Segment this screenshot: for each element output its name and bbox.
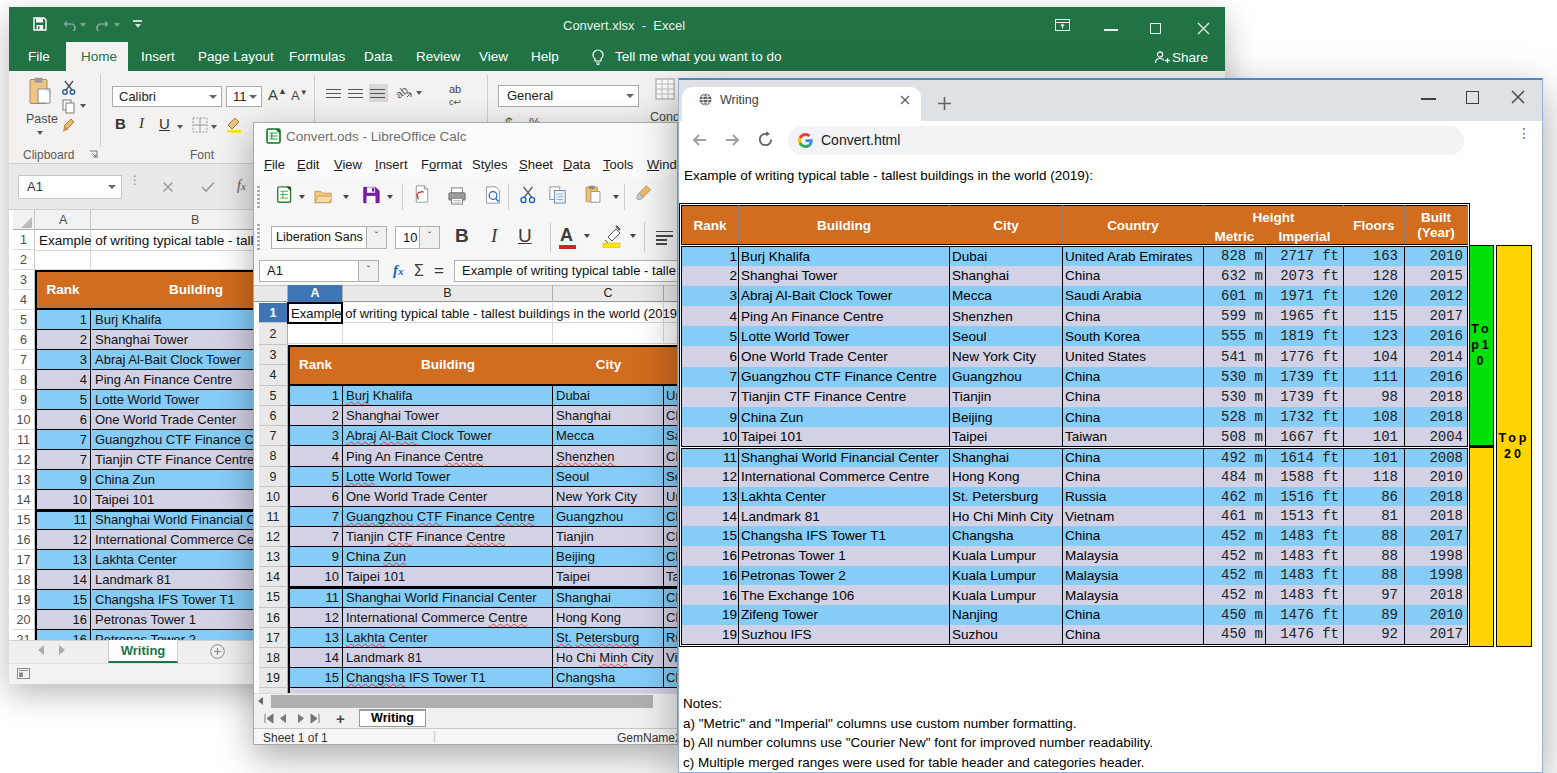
svg-text:ab: ab: [396, 84, 410, 101]
